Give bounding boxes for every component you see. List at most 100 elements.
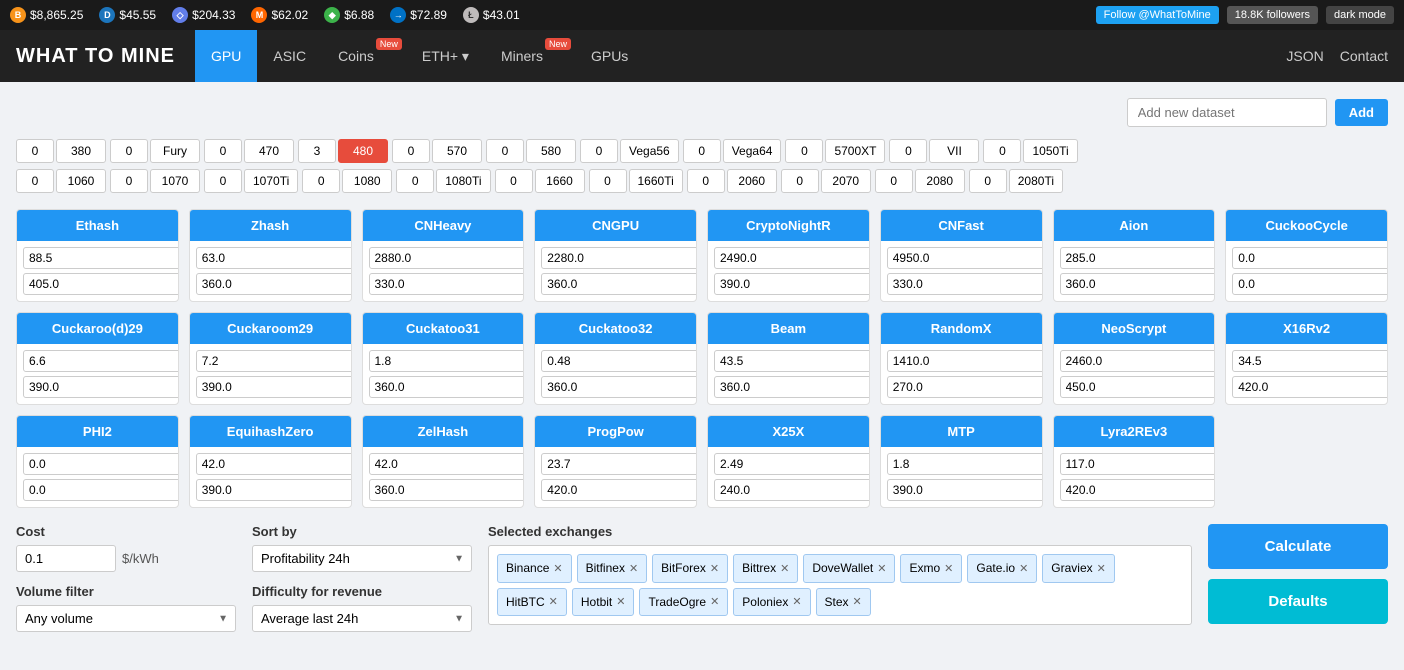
algo-hashrate-input[interactable] xyxy=(714,247,870,269)
algo-card-header[interactable]: Beam xyxy=(708,313,869,344)
algo-hashrate-input[interactable] xyxy=(369,453,525,475)
algo-power-input[interactable] xyxy=(887,479,1043,501)
exchange-remove-button[interactable]: ✕ xyxy=(780,562,789,575)
algo-power-input[interactable] xyxy=(1060,376,1216,398)
algo-card-header[interactable]: Lyra2REv3 xyxy=(1054,416,1215,447)
calculate-button[interactable]: Calculate xyxy=(1208,524,1388,569)
algo-hashrate-input[interactable] xyxy=(196,247,352,269)
algo-card-header[interactable]: Aion xyxy=(1054,210,1215,241)
algo-power-input[interactable] xyxy=(714,479,870,501)
algo-hashrate-input[interactable] xyxy=(23,350,179,372)
gpu-count-input[interactable] xyxy=(983,139,1021,163)
exchange-remove-button[interactable]: ✕ xyxy=(1097,562,1106,575)
gpu-count-input[interactable] xyxy=(392,139,430,163)
volume-select[interactable]: Any volume xyxy=(16,605,236,632)
algo-hashrate-input[interactable] xyxy=(541,453,697,475)
algo-power-input[interactable] xyxy=(196,273,352,295)
gpu-count-input[interactable] xyxy=(204,139,242,163)
algo-card-header[interactable]: CNGPU xyxy=(535,210,696,241)
algo-hashrate-input[interactable] xyxy=(1060,453,1216,475)
algo-card-header[interactable]: CNHeavy xyxy=(363,210,524,241)
nav-eth-plus[interactable]: ETH+ ▾ xyxy=(406,30,485,82)
gpu-count-input[interactable] xyxy=(889,139,927,163)
gpu-count-input[interactable] xyxy=(589,169,627,193)
algo-power-input[interactable] xyxy=(1232,376,1388,398)
algo-hashrate-input[interactable] xyxy=(196,350,352,372)
algo-power-input[interactable] xyxy=(1060,479,1216,501)
algo-hashrate-input[interactable] xyxy=(541,247,697,269)
algo-card-header[interactable]: CryptoNightR xyxy=(708,210,869,241)
algo-card-header[interactable]: Ethash xyxy=(17,210,178,241)
algo-card-header[interactable]: ProgPow xyxy=(535,416,696,447)
nav-json[interactable]: JSON xyxy=(1286,48,1323,64)
nav-gpus[interactable]: GPUs xyxy=(575,30,644,82)
algo-card-header[interactable]: Cuckaroo(d)29 xyxy=(17,313,178,344)
algo-hashrate-input[interactable] xyxy=(369,350,525,372)
algo-power-input[interactable] xyxy=(196,479,352,501)
exchange-remove-button[interactable]: ✕ xyxy=(944,562,953,575)
algo-hashrate-input[interactable] xyxy=(1060,350,1216,372)
algo-hashrate-input[interactable] xyxy=(887,453,1043,475)
algo-power-input[interactable] xyxy=(541,376,697,398)
algo-hashrate-input[interactable] xyxy=(541,350,697,372)
gpu-count-input[interactable] xyxy=(969,169,1007,193)
algo-power-input[interactable] xyxy=(714,273,870,295)
gpu-count-input[interactable] xyxy=(687,169,725,193)
exchange-remove-button[interactable]: ✕ xyxy=(549,595,558,608)
dataset-input[interactable] xyxy=(1127,98,1327,127)
algo-hashrate-input[interactable] xyxy=(714,453,870,475)
nav-coins[interactable]: Coins New xyxy=(322,30,406,82)
nav-contact[interactable]: Contact xyxy=(1340,48,1388,64)
follow-button[interactable]: Follow @WhatToMine xyxy=(1096,6,1219,24)
gpu-count-input[interactable] xyxy=(875,169,913,193)
gpu-count-input[interactable] xyxy=(785,139,823,163)
exchange-remove-button[interactable]: ✕ xyxy=(877,562,886,575)
exchange-remove-button[interactable]: ✕ xyxy=(792,595,801,608)
algo-power-input[interactable] xyxy=(23,273,179,295)
algo-card-header[interactable]: X16Rv2 xyxy=(1226,313,1387,344)
exchange-remove-button[interactable]: ✕ xyxy=(710,595,719,608)
algo-card-header[interactable]: ZelHash xyxy=(363,416,524,447)
algo-power-input[interactable] xyxy=(887,273,1043,295)
algo-hashrate-input[interactable] xyxy=(23,247,179,269)
algo-card-header[interactable]: Cuckatoo31 xyxy=(363,313,524,344)
algo-power-input[interactable] xyxy=(369,376,525,398)
algo-hashrate-input[interactable] xyxy=(1232,247,1388,269)
algo-hashrate-input[interactable] xyxy=(23,453,179,475)
defaults-button[interactable]: Defaults xyxy=(1208,579,1388,624)
algo-power-input[interactable] xyxy=(541,479,697,501)
algo-card-header[interactable]: PHI2 xyxy=(17,416,178,447)
algo-card-header[interactable]: Cuckaroom29 xyxy=(190,313,351,344)
algo-card-header[interactable]: EquihashZero xyxy=(190,416,351,447)
algo-power-input[interactable] xyxy=(23,479,179,501)
gpu-count-input[interactable] xyxy=(683,139,721,163)
algo-hashrate-input[interactable] xyxy=(887,350,1043,372)
gpu-count-input[interactable] xyxy=(16,169,54,193)
algo-power-input[interactable] xyxy=(714,376,870,398)
add-dataset-button[interactable]: Add xyxy=(1335,99,1388,126)
algo-hashrate-input[interactable] xyxy=(887,247,1043,269)
algo-card-header[interactable]: CuckooCycle xyxy=(1226,210,1387,241)
algo-card-header[interactable]: Cuckatoo32 xyxy=(535,313,696,344)
gpu-count-input[interactable] xyxy=(204,169,242,193)
algo-hashrate-input[interactable] xyxy=(714,350,870,372)
algo-card-header[interactable]: Zhash xyxy=(190,210,351,241)
sortby-select[interactable]: Profitability 24h xyxy=(252,545,472,572)
nav-asic[interactable]: ASIC xyxy=(257,30,322,82)
exchange-remove-button[interactable]: ✕ xyxy=(553,562,562,575)
algo-card-header[interactable]: NeoScrypt xyxy=(1054,313,1215,344)
gpu-count-input[interactable] xyxy=(580,139,618,163)
algo-card-header[interactable]: RandomX xyxy=(881,313,1042,344)
gpu-count-input[interactable] xyxy=(110,139,148,163)
dark-mode-button[interactable]: dark mode xyxy=(1326,6,1394,24)
gpu-count-input[interactable] xyxy=(781,169,819,193)
cost-input[interactable] xyxy=(16,545,116,572)
algo-card-header[interactable]: MTP xyxy=(881,416,1042,447)
algo-power-input[interactable] xyxy=(23,376,179,398)
gpu-count-input[interactable] xyxy=(486,139,524,163)
exchange-remove-button[interactable]: ✕ xyxy=(616,595,625,608)
exchange-remove-button[interactable]: ✕ xyxy=(710,562,719,575)
gpu-count-input[interactable] xyxy=(396,169,434,193)
algo-hashrate-input[interactable] xyxy=(369,247,525,269)
algo-hashrate-input[interactable] xyxy=(196,453,352,475)
